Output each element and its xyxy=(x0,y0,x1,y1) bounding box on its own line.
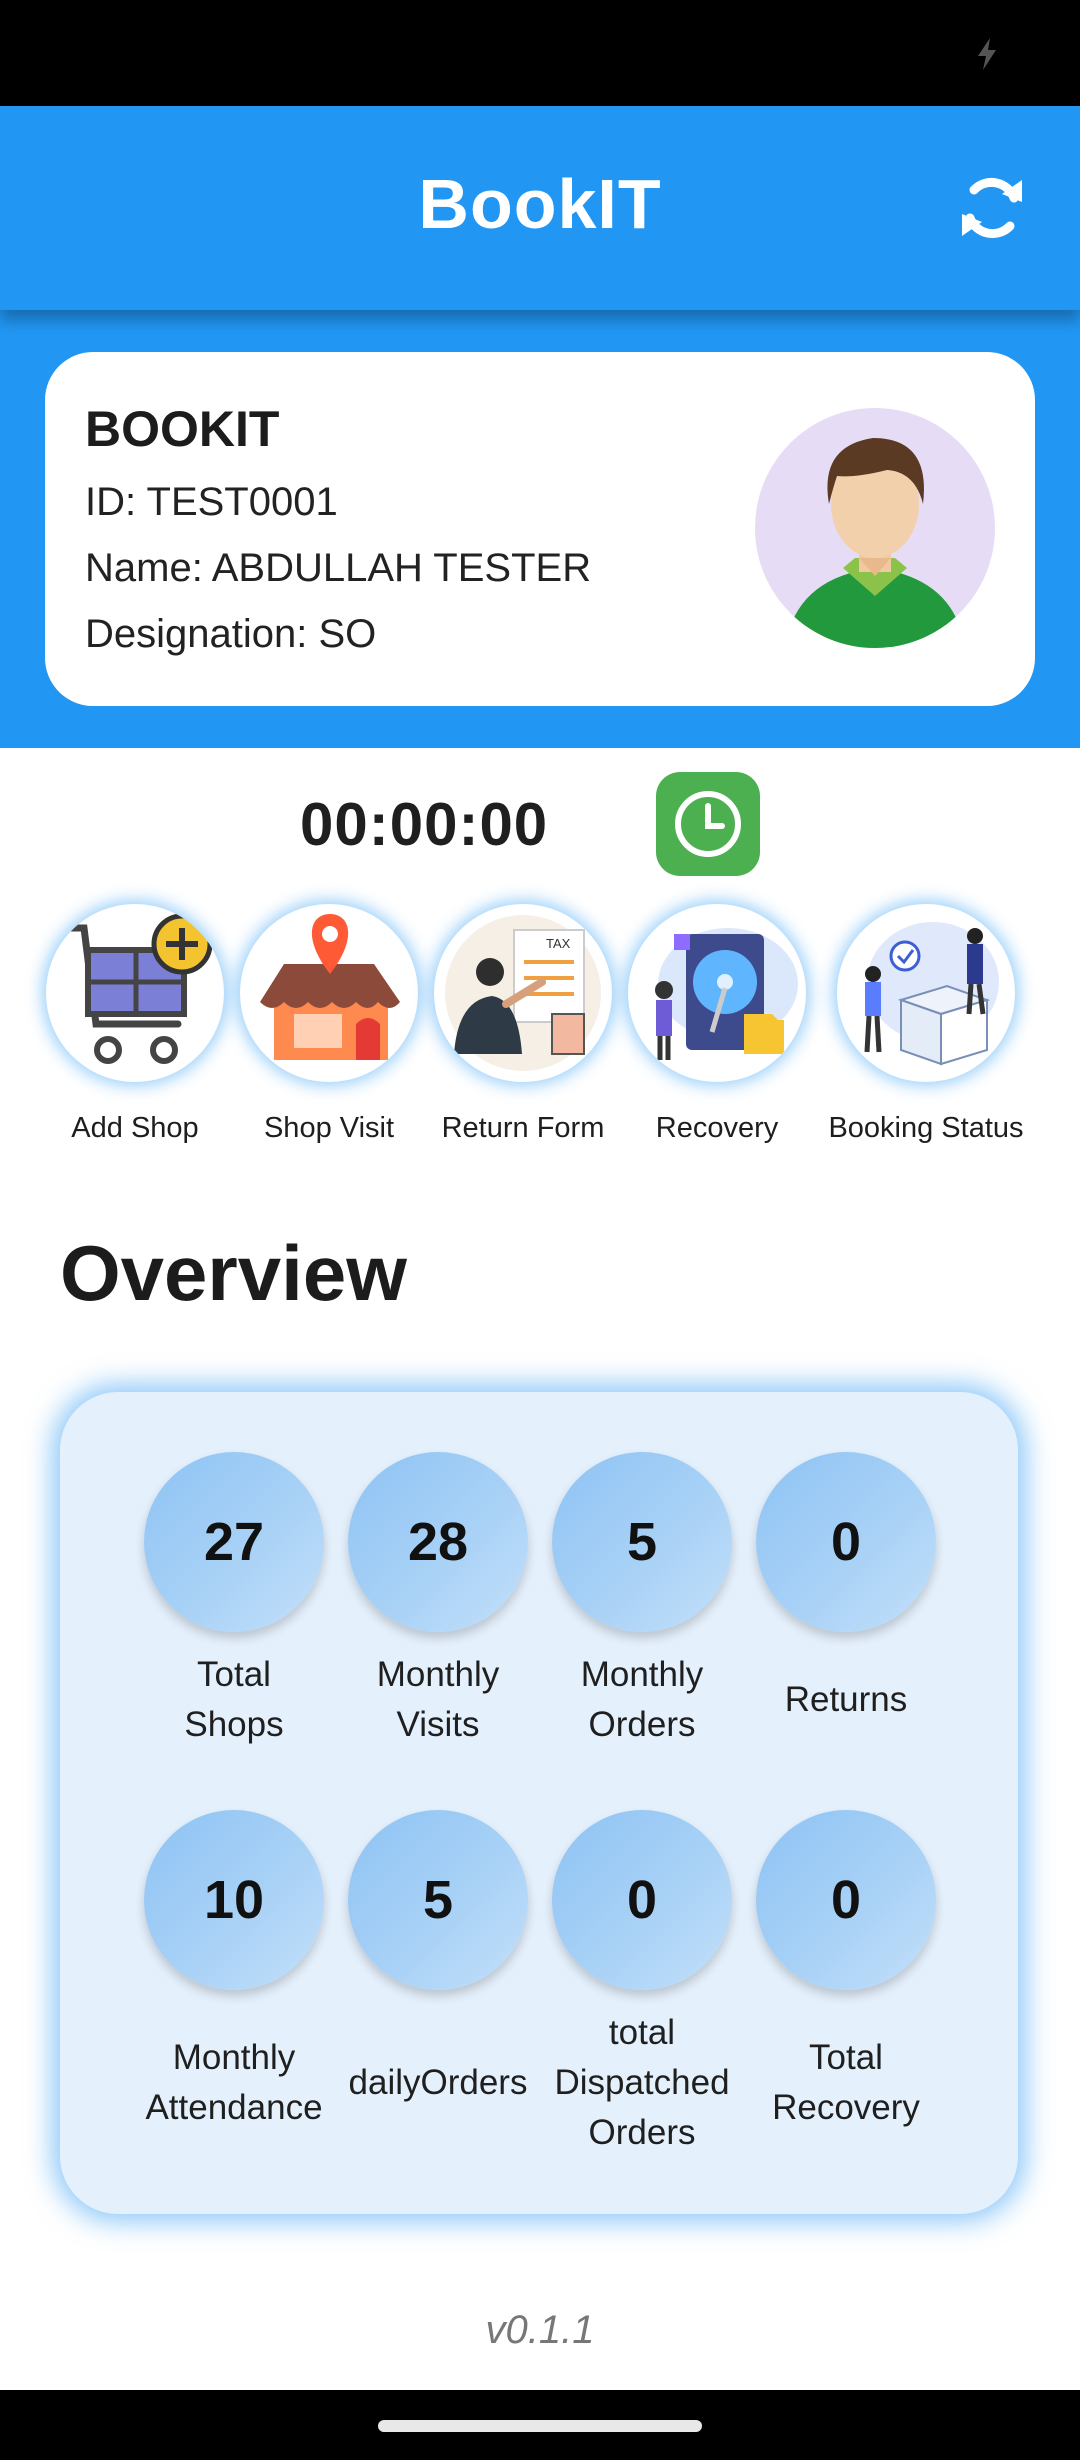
stat-label: Monthly Attendance xyxy=(145,2038,323,2127)
disk-recovery-icon xyxy=(628,904,806,1082)
user-id: ID: TEST0001 xyxy=(85,480,338,524)
action-recovery[interactable]: Recovery xyxy=(627,904,807,1144)
action-return-form[interactable]: TAX Return Form xyxy=(433,904,613,1144)
stat-value: 0 xyxy=(756,1810,936,1990)
stat-daily-orders: 5 dailyOrders xyxy=(336,1810,540,2108)
stat-returns: 0 Returns xyxy=(744,1452,948,1725)
user-designation: Designation: SO xyxy=(85,612,377,656)
stat-value: 0 xyxy=(756,1452,936,1632)
charging-icon xyxy=(978,38,996,70)
attendance-timer: 00:00:00 xyxy=(300,791,549,858)
overview-title: Overview xyxy=(60,1229,407,1317)
stat-label: Returns xyxy=(784,1680,908,1719)
stat-total-recovery: 0 Total Recovery xyxy=(744,1810,948,2133)
stat-monthly-orders: 5 Monthly Orders xyxy=(540,1452,744,1750)
stat-monthly-attendance: 10 Monthly Attendance xyxy=(132,1810,336,2133)
stat-value: 28 xyxy=(348,1452,528,1632)
app-version: v0.1.1 xyxy=(485,2308,595,2352)
action-shop-visit[interactable]: Shop Visit xyxy=(239,904,419,1144)
status-bar xyxy=(0,0,1080,106)
stat-label: Total Recovery xyxy=(772,2038,920,2127)
app-bar: BookIT xyxy=(0,106,1080,310)
action-booking-status[interactable]: Booking Status xyxy=(828,904,1024,1144)
cart-add-icon xyxy=(46,904,224,1082)
stat-value: 27 xyxy=(144,1452,324,1632)
profile-card: BOOKIT ID: TEST0001 Name: ABDULLAH TESTE… xyxy=(45,352,1035,706)
person-avatar-icon xyxy=(785,438,965,648)
tax-return-icon: TAX xyxy=(434,904,612,1082)
stat-monthly-visits: 28 Monthly Visits xyxy=(336,1452,540,1750)
action-add-shop[interactable]: Add Shop xyxy=(45,904,225,1144)
stat-label: Monthly Visits xyxy=(376,1655,500,1744)
stat-total-shops: 27 Total Shops xyxy=(132,1452,336,1750)
app-title: BookIT xyxy=(418,165,662,243)
stat-label: Monthly Orders xyxy=(580,1655,704,1744)
shop-location-icon xyxy=(240,904,418,1082)
clock-icon xyxy=(675,791,741,857)
stat-label: total Dispatched Orders xyxy=(554,2013,730,2152)
home-gesture-handle[interactable] xyxy=(378,2420,702,2432)
navigation-bar xyxy=(0,2390,1080,2460)
stat-label: dailyOrders xyxy=(348,2063,528,2102)
company-name: BOOKIT xyxy=(85,401,280,457)
stat-value: 5 xyxy=(348,1810,528,1990)
stat-value: 5 xyxy=(552,1452,732,1632)
refresh-icon[interactable] xyxy=(952,168,1032,248)
stat-total-dispatched-orders: 0 total Dispatched Orders xyxy=(540,1810,744,2158)
svg-text:TAX: TAX xyxy=(546,936,571,951)
delivery-box-icon xyxy=(837,904,1015,1082)
avatar xyxy=(755,408,995,648)
action-label: Booking Status xyxy=(828,1112,1024,1144)
clock-in-button[interactable] xyxy=(656,772,760,876)
stats-card: 27 Total Shops 28 Monthly Visits 5 Monthly… xyxy=(60,1392,1018,2214)
stat-value: 10 xyxy=(144,1810,324,1990)
user-name: Name: ABDULLAH TESTER xyxy=(85,546,592,590)
stat-label: Total Shops xyxy=(184,1655,284,1744)
stat-value: 0 xyxy=(552,1810,732,1990)
